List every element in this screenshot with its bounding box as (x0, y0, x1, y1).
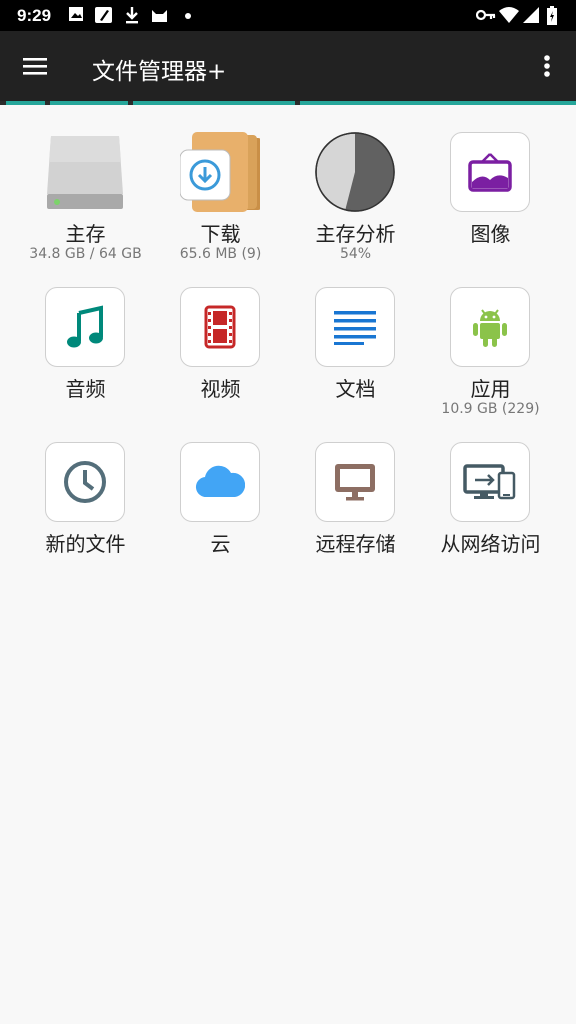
tile-label: 远程存储 (315, 532, 396, 556)
tile-label: 主存 (65, 222, 106, 246)
docs-tile-box (315, 287, 395, 367)
recent-tile-box (45, 442, 125, 522)
tile-label: 主存分析 (315, 222, 396, 246)
status-bar: 9:29 (0, 0, 576, 31)
status-time: 9:29 (17, 6, 52, 25)
cat-icon (152, 10, 167, 22)
tile-label: 音频 (65, 377, 106, 401)
android-icon (473, 309, 507, 347)
more-vert-icon (544, 55, 550, 77)
image-frame-icon (468, 153, 512, 192)
tile-subtitle: 10.9 GB (229) (441, 401, 540, 417)
network-tile-box (450, 442, 530, 522)
video-tile-box (180, 287, 260, 367)
wifi-icon (499, 7, 519, 23)
tile-subtitle: 65.6 MB (9) (179, 246, 262, 262)
tile-label: 文档 (335, 377, 376, 401)
film-strip-icon (204, 305, 236, 349)
overflow-menu-button[interactable] (532, 49, 562, 85)
note-icon (95, 7, 112, 23)
devices-icon (463, 464, 516, 500)
navigation-drawer-button[interactable] (18, 49, 54, 85)
dot-icon (185, 13, 191, 19)
tile-label: 图像 (470, 222, 511, 246)
app-bar: 文件管理器+ (0, 31, 576, 103)
apps-tile-box (450, 287, 530, 367)
audio-tile-box (45, 287, 125, 367)
key-icon (476, 9, 496, 21)
tile-subtitle: 34.8 GB / 64 GB (29, 246, 142, 262)
image-tile-box (450, 132, 530, 212)
storage-drive-icon (45, 132, 125, 212)
music-note-icon (67, 305, 103, 348)
clock-icon (64, 461, 106, 503)
image-icon (69, 7, 83, 21)
tile-label: 从网络访问 (440, 532, 541, 556)
tile-label: 视频 (200, 377, 241, 401)
cloud-tile-box (180, 442, 260, 522)
battery-icon (547, 6, 557, 25)
tile-label: 应用 (470, 377, 511, 401)
tile-label: 云 (210, 532, 231, 556)
remote-tile-box (315, 442, 395, 522)
monitor-icon (335, 464, 375, 501)
cloud-icon (196, 465, 245, 498)
download-folder-icon (179, 132, 262, 212)
document-lines-icon (334, 311, 376, 345)
app-title: 文件管理器+ (92, 59, 227, 85)
tile-subtitle: 54% (339, 246, 372, 262)
tile-label: 新的文件 (45, 532, 126, 556)
signal-icon (523, 7, 539, 23)
download-icon (126, 7, 138, 24)
pie-chart-icon (315, 132, 395, 212)
hamburger-icon (23, 58, 47, 75)
tile-label: 下载 (200, 222, 241, 246)
tab-indicator-strip (0, 101, 576, 105)
